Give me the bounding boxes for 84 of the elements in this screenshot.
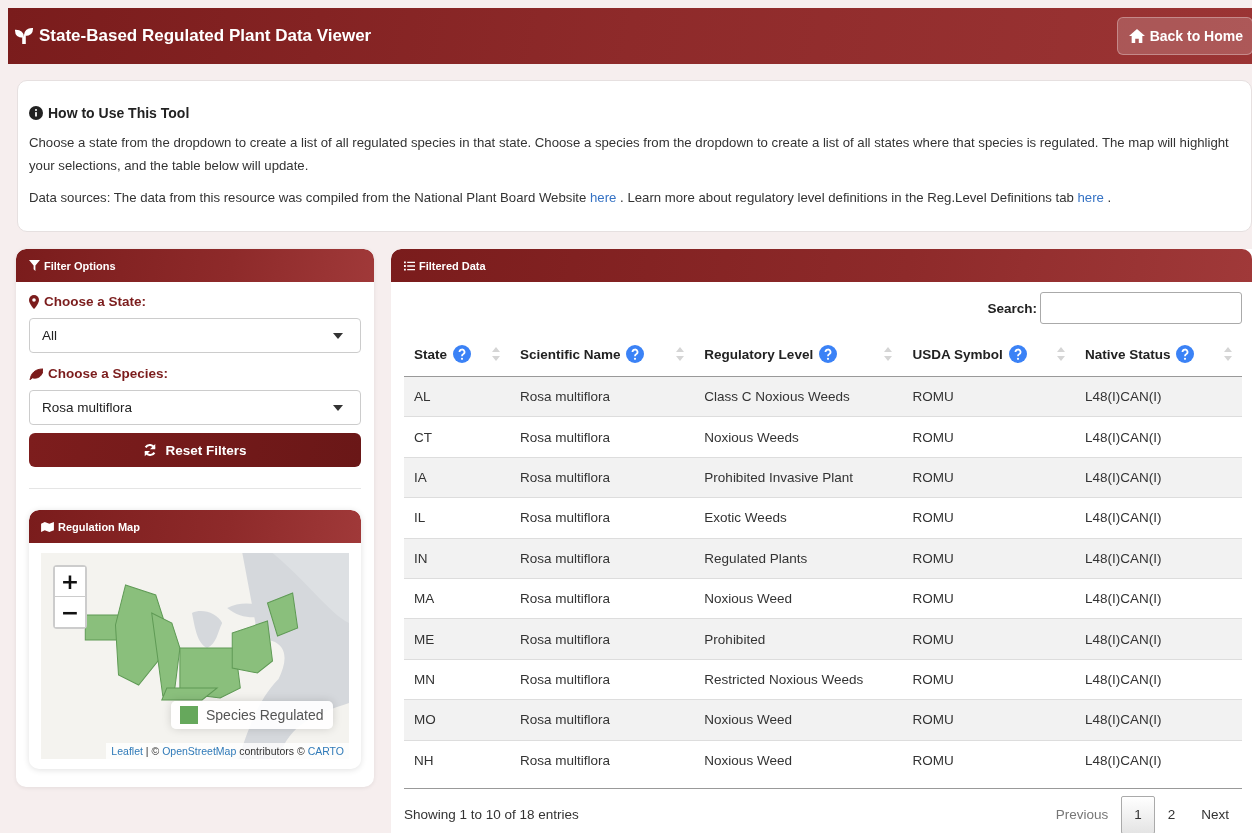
table-cell: ROMU: [902, 538, 1075, 579]
table-cell: IN: [404, 538, 510, 579]
table-cell: NH: [404, 740, 510, 780]
panel-title: Filter Options: [44, 259, 116, 272]
attribution-link[interactable]: OpenStreetMap: [162, 745, 237, 757]
zoom-in-button[interactable]: +: [55, 567, 85, 597]
help-icon[interactable]: [1008, 345, 1027, 363]
table-cell: L48(I)CAN(I): [1074, 538, 1242, 579]
here-link[interactable]: here: [1077, 190, 1104, 205]
help-icon[interactable]: [626, 345, 645, 363]
list-icon: [404, 260, 415, 271]
legend-label: Species Regulated: [206, 707, 324, 723]
next-page-button[interactable]: Next: [1188, 795, 1242, 833]
refresh-icon: [143, 443, 158, 457]
table-cell: Noxious Weed: [694, 699, 903, 740]
sprout-icon: [15, 27, 33, 45]
leaf-icon: [29, 367, 43, 380]
column-header[interactable]: USDA Symbol: [902, 332, 1075, 377]
table-cell: L48(I)CAN(I): [1074, 376, 1242, 417]
here-link[interactable]: here: [590, 190, 617, 205]
attribution-link[interactable]: Leaflet: [111, 745, 143, 757]
column-header[interactable]: State: [404, 332, 510, 377]
map-attribution: Leaflet | © OpenStreetMap contributors © CARTO: [106, 743, 349, 759]
sort-icon: [1056, 347, 1065, 361]
previous-page-button[interactable]: Previous: [1042, 795, 1122, 833]
sort-icon: [1224, 347, 1232, 361]
table-cell: Rosa multiflora: [509, 618, 695, 660]
help-icon[interactable]: [1176, 345, 1195, 363]
table-cell: Rosa multiflora: [509, 538, 695, 579]
caret-icon: [333, 404, 343, 411]
column-header[interactable]: Scientific Name: [509, 332, 695, 377]
search-label: Search:: [987, 300, 1037, 316]
table-cell: ROMU: [902, 457, 1075, 498]
column-header[interactable]: Regulatory Level: [694, 332, 903, 377]
table-cell: Prohibited: [694, 618, 903, 660]
instructions-text: Choose a state from the dropdown to create a list of all regulated species in that state. Choose a species from the dropdown to create a list of all states where that species is regulated. The map will highlight your selections, and the table below will update.: [29, 134, 1230, 175]
search-field[interactable]: [1040, 292, 1242, 324]
table-cell: MO: [404, 699, 510, 740]
help-icon[interactable]: [819, 345, 838, 363]
table-cell: Rosa multiflora: [509, 376, 695, 417]
table-cell: Regulated Plants: [694, 538, 903, 579]
map-pin-icon: [29, 294, 39, 309]
table-cell: ROMU: [902, 618, 1075, 660]
sort-icon: [676, 347, 685, 361]
table-cell: L48(I)CAN(I): [1074, 699, 1242, 740]
sort-icon: [491, 347, 500, 361]
table-cell: L48(I)CAN(I): [1074, 740, 1242, 780]
table-cell: ME: [404, 618, 510, 660]
filter-icon: [29, 260, 40, 271]
home-icon: [1127, 28, 1146, 44]
field-label: Choose a Species:: [48, 366, 169, 381]
back-to-home-button[interactable]: Back to Home: [1116, 17, 1252, 55]
info-title: How to Use This Tool: [48, 105, 190, 121]
table-cell: Class C Noxious Weeds: [694, 376, 903, 417]
table-cell: ROMU: [902, 740, 1075, 780]
table-cell: Prohibited Invasive Plant: [694, 457, 903, 498]
panel-title: Filtered Data: [419, 259, 486, 272]
attribution-link[interactable]: CARTO: [307, 745, 344, 757]
table-cell: L48(I)CAN(I): [1074, 618, 1242, 660]
table-cell: Rosa multiflora: [509, 699, 695, 740]
table-cell: Rosa multiflora: [509, 740, 695, 780]
state-dropdown[interactable]: All: [29, 318, 361, 353]
table-cell: ROMU: [902, 699, 1075, 740]
app-title: State-Based Regulated Plant Data Viewer: [39, 26, 372, 46]
table-cell: AL: [404, 376, 510, 417]
help-icon[interactable]: [453, 345, 471, 363]
table-cell: L48(I)CAN(I): [1074, 457, 1242, 498]
sort-icon: [884, 347, 893, 361]
field-label: Choose a State:: [44, 294, 147, 309]
info-icon: [29, 106, 43, 120]
map-icon: [41, 521, 54, 532]
table-cell: IA: [404, 457, 510, 498]
panel-title: Regulation Map: [58, 520, 140, 533]
table-cell: ROMU: [902, 376, 1075, 417]
column-header[interactable]: Native Status: [1074, 332, 1242, 377]
table-cell: Rosa multiflora: [509, 457, 695, 498]
page-button[interactable]: 2: [1154, 795, 1189, 833]
table-cell: Noxious Weed: [694, 740, 903, 780]
species-dropdown[interactable]: Rosa multiflora: [29, 390, 361, 425]
caret-icon: [333, 332, 343, 339]
entries-info: Showing 1 to 10 of 18 entries: [404, 807, 579, 823]
reset-filters-button[interactable]: Reset Filters: [29, 433, 361, 467]
data-sources-text: Data sources: The data from this resource was compiled from the National Plant Board Website here . Learn more about regulatory level definitions in the Reg.Level Definitions tab here .: [29, 189, 1113, 207]
page-button[interactable]: 1: [1121, 795, 1155, 833]
